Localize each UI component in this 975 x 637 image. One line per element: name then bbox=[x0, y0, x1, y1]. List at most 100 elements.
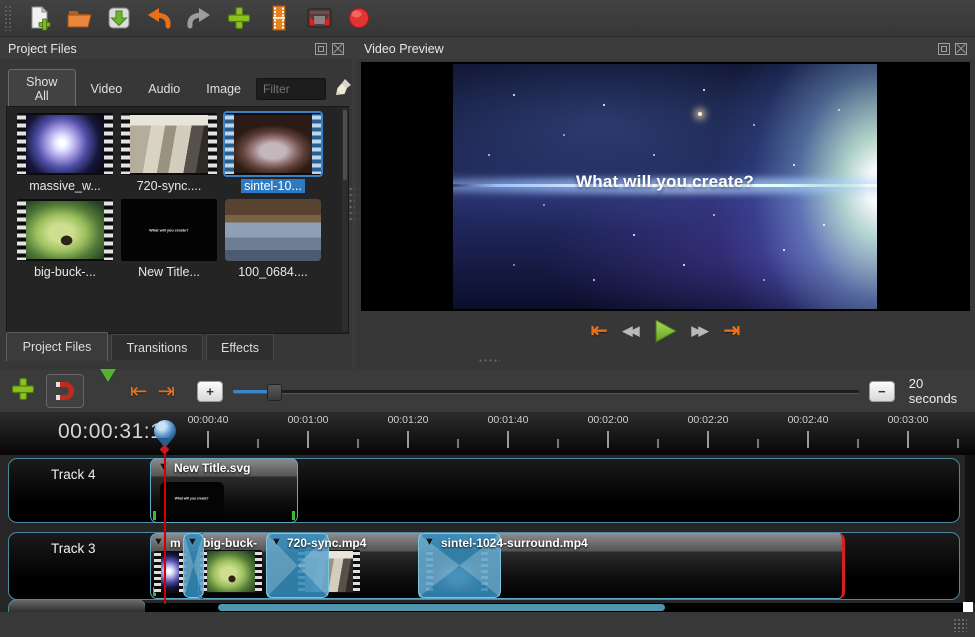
timeline-toolbar: ⇤ ⇥ + − 20 seconds bbox=[0, 370, 975, 412]
transition-menu-chevron-icon[interactable]: ▼ bbox=[187, 536, 198, 548]
export-video-button[interactable] bbox=[343, 3, 375, 33]
file-item-100-0684[interactable]: 100_0684.... bbox=[223, 199, 323, 279]
clip-menu-chevron-icon[interactable]: ▼ bbox=[153, 536, 164, 548]
file-thumbnail-newtitle: What will you create? bbox=[121, 199, 217, 261]
main-toolbar bbox=[0, 0, 975, 37]
undo-button[interactable] bbox=[143, 3, 175, 33]
close-panel-icon[interactable] bbox=[955, 43, 967, 55]
new-project-icon bbox=[26, 5, 52, 31]
ruler-label: 00:02:00 bbox=[588, 414, 629, 426]
toolbar-drag-handle[interactable] bbox=[4, 5, 13, 31]
file-name: big-buck-... bbox=[15, 265, 115, 279]
video-frame: What will you create? bbox=[453, 64, 877, 309]
clear-filter-broom-icon[interactable] bbox=[334, 78, 352, 101]
window-resize-grip[interactable] bbox=[953, 618, 967, 632]
zoom-slider[interactable] bbox=[233, 381, 859, 401]
open-project-button[interactable] bbox=[63, 3, 95, 33]
title-thumb-text: What will you create? bbox=[175, 497, 209, 500]
file-name: 720-sync.... bbox=[119, 179, 219, 193]
ruler-label: 00:03:00 bbox=[888, 414, 929, 426]
float-panel-icon[interactable] bbox=[938, 43, 950, 55]
record-circle-icon bbox=[347, 6, 371, 30]
save-project-icon bbox=[106, 5, 132, 31]
file-thumbnail-bigbuck bbox=[17, 199, 113, 261]
clip-title: m bbox=[170, 536, 181, 550]
rewind-button[interactable]: ◀◀ bbox=[623, 323, 640, 339]
clip-thumb-bigbuck bbox=[200, 550, 262, 593]
timeline-ruler[interactable]: 00:00:31:15 00:00:40 00:01:00 00:01:20 0… bbox=[0, 412, 975, 456]
ruler-label: 00:00:40 bbox=[188, 414, 229, 426]
file-name: New Title... bbox=[119, 265, 219, 279]
clip-menu-chevron-icon[interactable]: ▼ bbox=[271, 536, 282, 548]
tab-effects[interactable]: Effects bbox=[206, 334, 274, 360]
vertical-splitter[interactable] bbox=[348, 186, 355, 222]
zoom-level-label: 20 seconds bbox=[909, 376, 975, 406]
ruler-label: 00:02:40 bbox=[788, 414, 829, 426]
video-preview-panel: Video Preview What will you create? ⇤ ◀◀… bbox=[356, 38, 975, 370]
choose-profile-button[interactable] bbox=[263, 3, 295, 33]
jump-to-end-button[interactable]: ⇥ bbox=[724, 318, 741, 343]
clip-title: big-buck- bbox=[203, 536, 257, 550]
clip-title: New Title.svg bbox=[174, 461, 250, 475]
float-panel-icon[interactable] bbox=[315, 43, 327, 55]
snapping-toggle-button[interactable] bbox=[46, 374, 84, 408]
timeline-vertical-scrollbar[interactable] bbox=[965, 455, 975, 603]
zoom-slider-track[interactable] bbox=[233, 390, 859, 394]
save-project-button[interactable] bbox=[103, 3, 135, 33]
file-item-bigbuck[interactable]: big-buck-... bbox=[15, 199, 115, 279]
transport-controls: ⇤ ◀◀ ▶▶ ⇥ bbox=[356, 318, 975, 343]
project-files-title: Project Files bbox=[8, 42, 310, 56]
zoom-in-button[interactable]: + bbox=[197, 381, 223, 402]
add-track-button[interactable] bbox=[10, 376, 36, 407]
file-item-720sync[interactable]: 720-sync.... bbox=[119, 113, 219, 193]
file-thumbnail-sintel bbox=[225, 113, 321, 175]
clip-title: 720-sync.mp4 bbox=[287, 536, 366, 550]
file-thumbnail-massive bbox=[17, 113, 113, 175]
fast-forward-button[interactable]: ▶▶ bbox=[692, 323, 709, 339]
tab-project-files[interactable]: Project Files bbox=[6, 332, 108, 361]
undo-icon bbox=[145, 5, 173, 31]
file-name: massive_w... bbox=[15, 179, 115, 193]
filter-audio-button[interactable]: Audio bbox=[137, 76, 191, 102]
scrollbar-thumb[interactable] bbox=[218, 604, 665, 611]
file-thumbnail-720sync bbox=[121, 113, 217, 175]
clip-menu-chevron-icon[interactable]: ▼ bbox=[424, 536, 435, 548]
partial-track-row bbox=[8, 599, 146, 613]
redo-icon bbox=[185, 5, 213, 31]
filter-show-all-button[interactable]: Show All bbox=[8, 69, 76, 109]
horizontal-splitter[interactable] bbox=[478, 358, 500, 364]
project-files-list: massive_w... 720-sync.... sintel-10... b… bbox=[6, 106, 349, 334]
scrollbar-corner bbox=[963, 602, 973, 612]
file-item-newtitle[interactable]: What will you create? New Title... bbox=[119, 199, 219, 279]
import-files-icon bbox=[226, 5, 252, 31]
filter-input[interactable] bbox=[256, 78, 326, 100]
clip-title: sintel-1024-surround.mp4 bbox=[441, 536, 588, 550]
playhead-handle[interactable] bbox=[153, 420, 177, 454]
redo-button[interactable] bbox=[183, 3, 215, 33]
file-name: 100_0684.... bbox=[223, 265, 323, 279]
title-thumb-text: What will you create? bbox=[149, 228, 188, 232]
fullscreen-button[interactable] bbox=[303, 3, 335, 33]
close-panel-icon[interactable] bbox=[332, 43, 344, 55]
file-item-sintel[interactable]: sintel-10... bbox=[223, 113, 323, 193]
jump-to-start-button[interactable]: ⇤ bbox=[591, 318, 608, 343]
import-files-button[interactable] bbox=[223, 3, 255, 33]
project-files-header: Project Files bbox=[0, 38, 352, 59]
next-marker-button[interactable]: ⇥ bbox=[157, 379, 175, 404]
play-button[interactable] bbox=[655, 319, 677, 343]
track-label: Track 3 bbox=[51, 541, 96, 556]
video-canvas: What will you create? bbox=[361, 62, 970, 311]
filter-video-button[interactable]: Video bbox=[80, 76, 134, 102]
add-marker-button[interactable] bbox=[100, 382, 116, 400]
zoom-out-button[interactable]: − bbox=[869, 381, 895, 402]
zoom-slider-handle[interactable] bbox=[267, 384, 282, 401]
previous-marker-button[interactable]: ⇤ bbox=[130, 379, 148, 404]
timeline-horizontal-scrollbar[interactable] bbox=[145, 603, 965, 612]
tab-transitions[interactable]: Transitions bbox=[111, 334, 203, 360]
new-project-button[interactable] bbox=[23, 3, 55, 33]
bright-star-decoration bbox=[698, 112, 702, 116]
magnet-icon bbox=[56, 382, 74, 400]
filter-image-button[interactable]: Image bbox=[195, 76, 252, 102]
ruler-label: 00:01:20 bbox=[388, 414, 429, 426]
file-item-massive[interactable]: massive_w... bbox=[15, 113, 115, 193]
